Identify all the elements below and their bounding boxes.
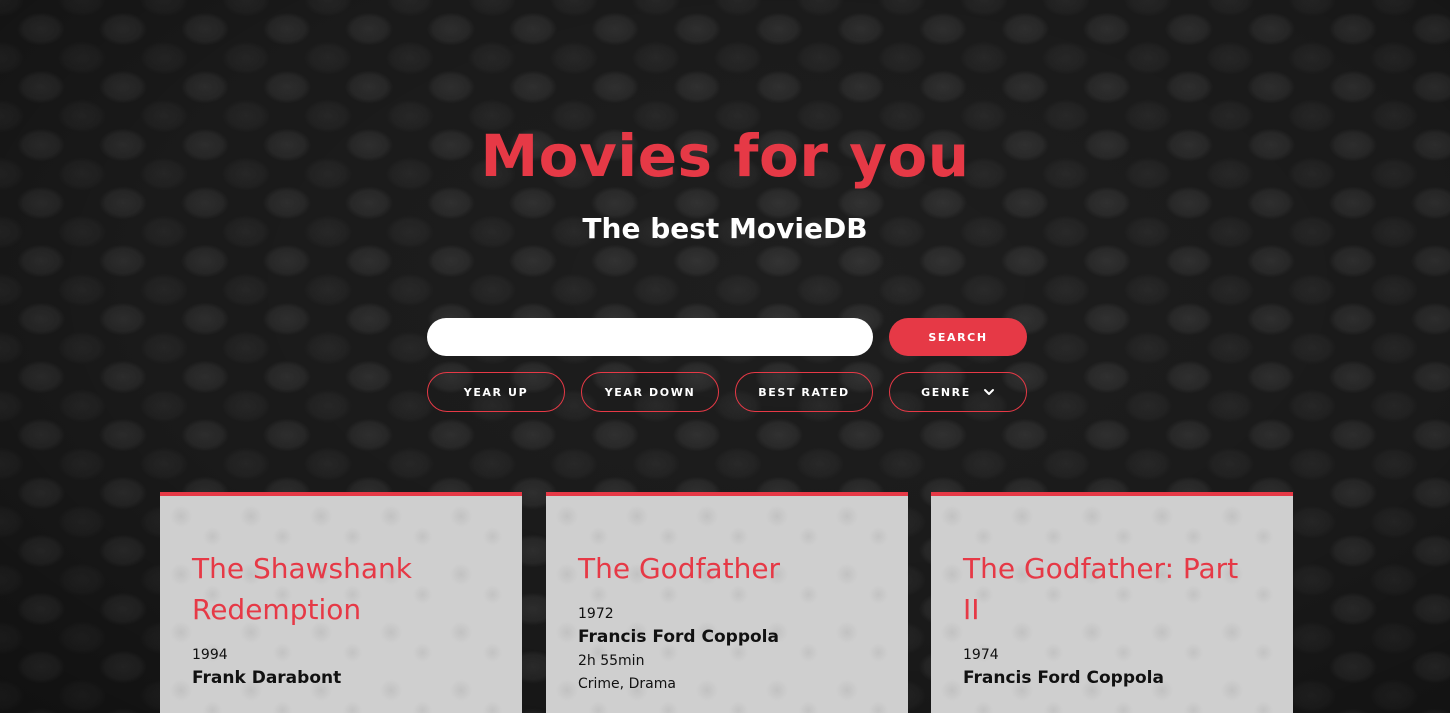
movie-duration: 2h 55min [578,653,645,669]
movie-title: The Godfather [578,552,781,585]
genre-label: GENRE [921,385,971,399]
movie-title: The Shawshank Redemption [192,552,413,626]
search-button-label: SEARCH [928,330,988,344]
year-down-button[interactable]: YEAR DOWN [581,372,719,412]
year-up-button[interactable]: YEAR UP [427,372,565,412]
search-button[interactable]: SEARCH [889,318,1027,356]
best-rated-label: BEST RATED [758,385,850,399]
movie-director: Francis Ford Coppola [963,668,1164,688]
page-title: Movies for you [480,122,970,190]
movie-year: 1974 [963,647,999,663]
movie-year: 1994 [192,647,228,663]
year-up-label: YEAR UP [463,385,529,399]
movie-card[interactable]: The Godfather: Part II 1974 Francis Ford… [931,492,1293,713]
movie-card[interactable]: The Godfather 1972 Francis Ford Coppola … [546,492,908,713]
movie-title: The Godfather: Part II [963,552,1239,626]
year-down-label: YEAR DOWN [604,385,696,399]
movie-director: Frank Darabont [192,668,342,688]
movie-genres: Crime, Drama [578,676,676,692]
chevron-down-icon [983,389,994,395]
page-subtitle: The best MovieDB [582,212,868,245]
movie-year: 1972 [578,606,614,622]
movie-director: Francis Ford Coppola [578,627,779,647]
best-rated-button[interactable]: BEST RATED [735,372,873,412]
search-input[interactable] [427,318,873,356]
movie-card[interactable]: The Shawshank Redemption 1994 Frank Dara… [160,492,522,713]
genre-dropdown[interactable]: GENRE [889,372,1027,412]
